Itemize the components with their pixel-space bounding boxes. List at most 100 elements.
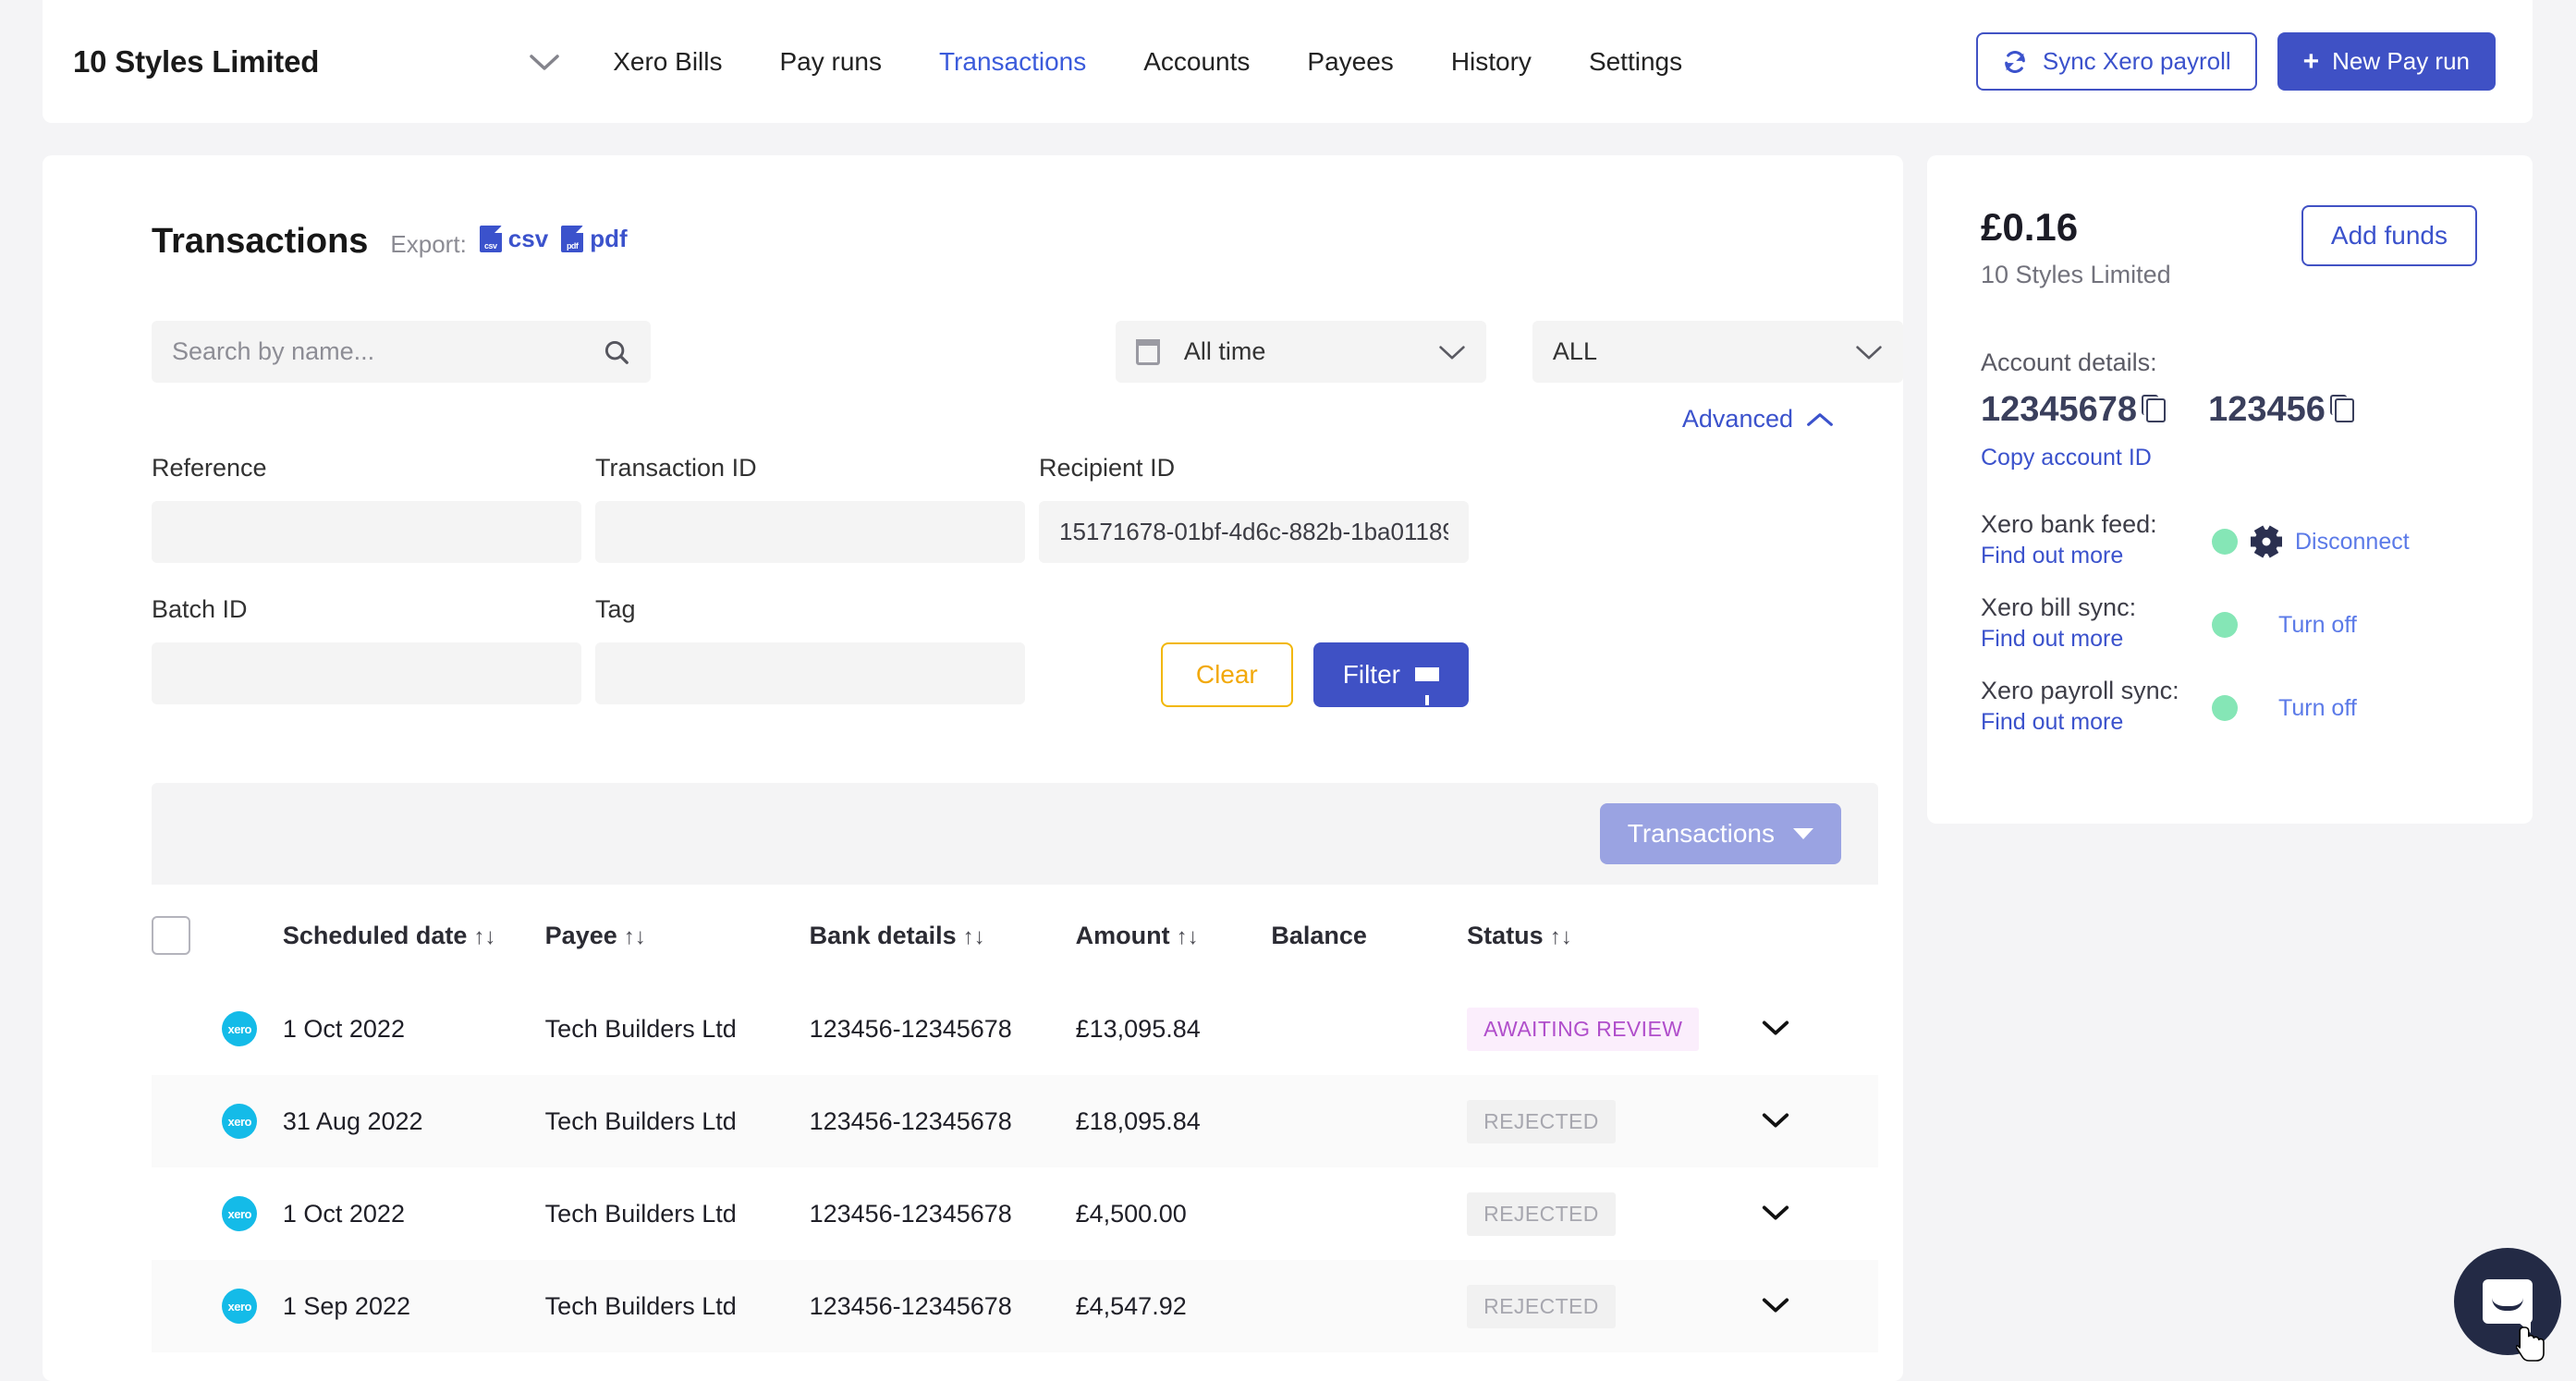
nav-item-transactions[interactable]: Transactions — [939, 47, 1086, 77]
row-checkbox-cell — [152, 1075, 222, 1167]
turn-off-link[interactable]: Turn off — [2278, 695, 2357, 722]
copy-sort-code-icon[interactable] — [2335, 398, 2354, 422]
export-csv-link[interactable]: csv csv — [480, 225, 548, 253]
sort-icon[interactable]: ↑↓ — [473, 924, 495, 949]
app-page: 10 Styles Limited Xero Bills Pay runs Tr… — [0, 0, 2576, 1381]
row-expand-chevron-down-icon[interactable] — [1761, 1107, 1790, 1135]
batch-id-input-wrapper[interactable] — [152, 642, 581, 704]
gear-icon[interactable] — [2254, 530, 2278, 554]
nav-item-settings[interactable]: Settings — [1589, 47, 1682, 77]
header-balance: Balance — [1271, 885, 1467, 983]
integration-xero-payroll-sync: Xero payroll sync: Find out more Turn of… — [1981, 677, 2533, 736]
row-status-cell: REJECTED — [1467, 1167, 1761, 1260]
row-expand-chevron-down-icon[interactable] — [1761, 1292, 1790, 1320]
select-all-checkbox[interactable] — [152, 916, 190, 955]
tag-input[interactable] — [616, 659, 1005, 688]
chevron-up-icon — [1806, 411, 1834, 428]
status-dot-icon — [2212, 695, 2238, 721]
integration-status-block: Turn off — [2212, 677, 2357, 736]
chat-launcher-button[interactable] — [2454, 1248, 2561, 1355]
sort-icon[interactable]: ↑↓ — [1177, 924, 1199, 949]
balance-row: £0.16 10 Styles Limited Add funds — [1927, 155, 2533, 289]
transactions-type-label: Transactions — [1628, 819, 1775, 849]
sort-icon[interactable]: ↑↓ — [624, 924, 646, 949]
sort-icon[interactable]: ↑↓ — [963, 924, 985, 949]
status-filter-select[interactable]: ALL — [1532, 321, 1903, 383]
table-header-row: Scheduled date↑↓ Payee↑↓ Bank details↑↓ … — [152, 885, 1878, 983]
tag-input-wrapper[interactable] — [595, 642, 1025, 704]
company-switcher-chevron-down-icon[interactable] — [527, 44, 562, 79]
turn-off-link[interactable]: Turn off — [2278, 612, 2357, 639]
header-status[interactable]: Status↑↓ — [1467, 885, 1761, 983]
filter-button[interactable]: Filter — [1313, 642, 1469, 707]
row-balance — [1271, 983, 1467, 1075]
batch-id-label: Batch ID — [152, 595, 581, 624]
sort-icon[interactable]: ↑↓ — [1550, 924, 1572, 949]
nav-item-xero-bills[interactable]: Xero Bills — [613, 47, 722, 77]
advanced-row: Advanced — [43, 405, 1834, 434]
new-pay-run-button[interactable]: + New Pay run — [2277, 32, 2496, 91]
search-input-wrapper[interactable] — [152, 321, 651, 383]
transaction-id-input-wrapper[interactable] — [595, 501, 1025, 563]
row-expand-chevron-down-icon[interactable] — [1761, 1015, 1790, 1043]
find-out-more-link[interactable]: Find out more — [1981, 626, 2212, 653]
page-title: Transactions — [152, 222, 368, 262]
row-expand-chevron-down-icon[interactable] — [1761, 1200, 1790, 1228]
tag-field-group: Tag — [595, 595, 1025, 737]
nav-item-pay-runs[interactable]: Pay runs — [779, 47, 882, 77]
sync-xero-payroll-button[interactable]: Sync Xero payroll — [1976, 32, 2257, 91]
batch-id-field-group: Batch ID — [152, 595, 581, 737]
row-amount: £13,095.84 — [1076, 983, 1272, 1075]
xero-icon: xero — [222, 1011, 257, 1046]
nav-item-payees[interactable]: Payees — [1307, 47, 1393, 77]
recipient-id-input[interactable] — [1059, 518, 1448, 546]
new-pay-run-label: New Pay run — [2332, 47, 2470, 76]
copy-account-id-link[interactable]: Copy account ID — [1981, 445, 2533, 471]
brand-title: 10 Styles Limited — [73, 44, 319, 79]
nav-item-history[interactable]: History — [1451, 47, 1532, 77]
search-icon[interactable] — [603, 338, 630, 366]
find-out-more-link[interactable]: Find out more — [1981, 543, 2212, 569]
integration-label-block: Xero bank feed: Find out more — [1981, 510, 2212, 569]
header-status-label: Status — [1467, 922, 1544, 949]
integration-label-block: Xero payroll sync: Find out more — [1981, 677, 2212, 736]
add-funds-button[interactable]: Add funds — [2301, 205, 2477, 266]
recipient-id-input-wrapper[interactable] — [1039, 501, 1469, 563]
row-amount: £18,095.84 — [1076, 1075, 1272, 1167]
search-input[interactable] — [172, 337, 603, 366]
header-payee[interactable]: Payee↑↓ — [545, 885, 810, 983]
row-bank-details: 123456-12345678 — [810, 1167, 1076, 1260]
account-balance: £0.16 — [1981, 205, 2171, 250]
header-balance-label: Balance — [1271, 922, 1367, 949]
transactions-type-dropdown[interactable]: Transactions — [1600, 803, 1841, 864]
batch-id-input[interactable] — [172, 659, 561, 688]
row-amount: £4,500.00 — [1076, 1167, 1272, 1260]
date-range-select[interactable]: All time — [1116, 321, 1486, 383]
copy-account-number-icon[interactable] — [2146, 398, 2166, 422]
row-bank-details: 123456-12345678 — [810, 1075, 1076, 1167]
header-select-all — [152, 885, 222, 983]
export-pdf-link[interactable]: pdf pdf — [561, 225, 627, 253]
reference-input[interactable] — [172, 518, 561, 546]
recipient-id-label: Recipient ID — [1039, 454, 1469, 483]
header-amount[interactable]: Amount↑↓ — [1076, 885, 1272, 983]
clear-button[interactable]: Clear — [1161, 642, 1293, 707]
table-row[interactable]: xero 1 Oct 2022 Tech Builders Ltd 123456… — [152, 983, 1878, 1075]
advanced-toggle[interactable]: Advanced — [1682, 405, 1834, 434]
row-payee: Tech Builders Ltd — [545, 1075, 810, 1167]
header-scheduled-date[interactable]: Scheduled date↑↓ — [283, 885, 545, 983]
csv-file-icon: csv — [480, 226, 502, 252]
row-payee: Tech Builders Ltd — [545, 983, 810, 1075]
disconnect-link[interactable]: Disconnect — [2295, 529, 2410, 556]
transaction-id-input[interactable] — [616, 518, 1005, 546]
table-row[interactable]: xero 31 Aug 2022 Tech Builders Ltd 12345… — [152, 1075, 1878, 1167]
find-out-more-link[interactable]: Find out more — [1981, 709, 2212, 736]
table-row[interactable]: xero 1 Oct 2022 Tech Builders Ltd 123456… — [152, 1167, 1878, 1260]
row-checkbox-cell — [152, 983, 222, 1075]
integration-xero-bank-feed: Xero bank feed: Find out more Disconnect — [1981, 510, 2533, 569]
nav-item-accounts[interactable]: Accounts — [1143, 47, 1250, 77]
header-bank-details[interactable]: Bank details↑↓ — [810, 885, 1076, 983]
reference-input-wrapper[interactable] — [152, 501, 581, 563]
table-row[interactable]: xero 1 Sep 2022 Tech Builders Ltd 123456… — [152, 1260, 1878, 1352]
advanced-filters: Reference Transaction ID Recipient ID Ba… — [152, 454, 1815, 737]
